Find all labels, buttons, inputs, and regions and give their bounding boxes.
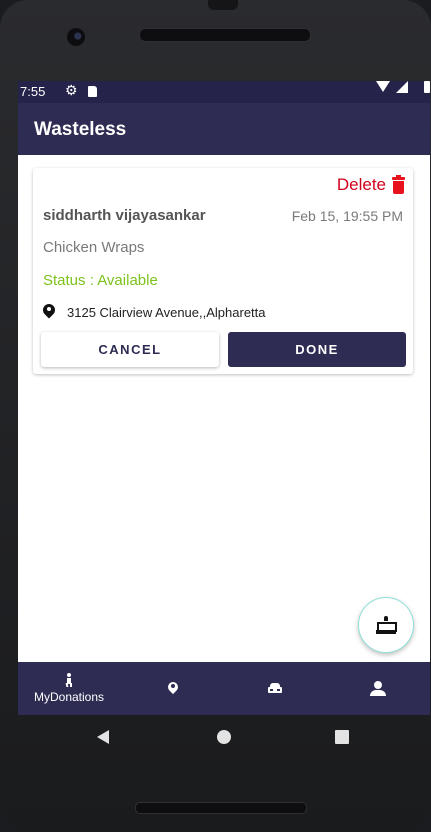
front-camera: [67, 28, 85, 46]
bottom-nav: MyDonations: [18, 662, 430, 715]
nav-item-profile[interactable]: [353, 662, 403, 715]
signal-icon: [396, 81, 408, 93]
user-icon: [370, 681, 386, 696]
top-speaker: [139, 28, 311, 42]
trash-icon: [392, 174, 405, 194]
status-text: Status : Available: [43, 272, 158, 289]
nav-item-rides[interactable]: [250, 662, 300, 715]
battery-icon: [424, 81, 430, 93]
donor-name: siddharth vijayasankar: [43, 207, 206, 224]
address-text: 3125 Clairview Avenue,,Alpharetta: [67, 304, 266, 320]
address-row: 3125 Clairview Avenue,,Alpharetta: [40, 301, 266, 320]
phone-frame: 7:55 ⚙ Wasteless Delete siddharth vijaya…: [0, 0, 431, 832]
nav-item-mydonations[interactable]: MyDonations: [24, 662, 114, 715]
system-recents-button[interactable]: [335, 730, 349, 744]
cake-icon: [376, 616, 397, 634]
done-button[interactable]: DONE: [228, 332, 406, 367]
food-item: Chicken Wraps: [43, 239, 145, 256]
location-pin-icon: [40, 301, 58, 320]
add-donation-fab[interactable]: [358, 597, 414, 653]
wifi-icon: [376, 81, 390, 92]
system-home-button[interactable]: [217, 730, 231, 744]
top-notch: [208, 0, 238, 10]
status-time: 7:55: [20, 84, 46, 99]
delete-label: Delete: [336, 175, 386, 194]
car-icon: [268, 683, 282, 694]
cancel-button[interactable]: CANCEL: [41, 332, 219, 367]
map-pin-icon: [165, 679, 181, 695]
screen: 7:55 ⚙ Wasteless Delete siddharth vijaya…: [18, 81, 430, 715]
person-icon: [64, 673, 74, 687]
app-bar: Wasteless: [18, 103, 430, 155]
system-back-button[interactable]: [97, 730, 109, 744]
delete-button[interactable]: Delete: [336, 174, 405, 195]
donation-card: Delete siddharth vijayasankar Feb 15, 19…: [33, 168, 413, 374]
gear-icon: ⚙: [65, 82, 78, 98]
nav-label-mydonations: MyDonations: [33, 690, 105, 704]
status-bar: 7:55 ⚙: [18, 81, 430, 103]
app-title: Wasteless: [34, 119, 127, 140]
sd-card-icon: [88, 86, 97, 97]
donation-date: Feb 15, 19:55 PM: [291, 208, 403, 224]
bottom-speaker: [135, 802, 307, 814]
nav-item-map[interactable]: [148, 662, 198, 715]
